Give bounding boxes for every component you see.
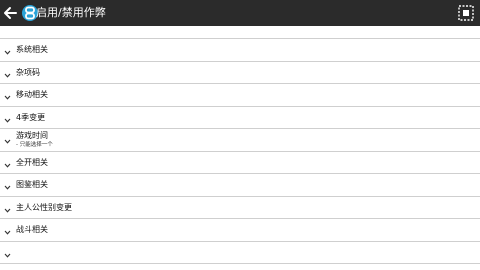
app-bar: 启用/禁用作弊 <box>0 0 480 26</box>
chevron-down-icon <box>4 208 11 213</box>
category-row[interactable]: 杂项码 <box>0 62 480 84</box>
chevron-down-icon <box>4 185 11 190</box>
category-row[interactable]: 系统相关 <box>0 39 480 62</box>
category-row[interactable]: 主人公性别变更 <box>0 197 480 219</box>
chevron-down-icon <box>4 230 11 235</box>
category-label: 主人公性别变更 <box>16 202 72 212</box>
category-label: 移动相关 <box>16 90 48 99</box>
page-title: 启用/禁用作弊 <box>36 6 106 19</box>
category-label: 4季变更 <box>16 112 46 122</box>
category-label: 系统相关 <box>16 45 48 54</box>
category-list: 系统相关杂项码移动相关 4季变更游戏时间 - 只能选择一个全开相关图鉴相关主人公性别… <box>0 39 480 264</box>
category-row[interactable]: 图鉴相关 <box>0 174 480 197</box>
category-row[interactable]: 4季变更 <box>0 107 480 129</box>
category-label: 全开相关 <box>16 157 48 167</box>
category-row[interactable]: 全开相关 <box>0 152 480 174</box>
category-row[interactable] <box>0 242 480 264</box>
chevron-down-icon <box>4 95 11 100</box>
chevron-down-icon <box>4 50 11 55</box>
select-all-icon[interactable] <box>457 4 475 22</box>
chevron-down-icon <box>4 73 11 78</box>
category-label: 战斗相关 <box>16 225 48 234</box>
category-row[interactable]: 移动相关 <box>0 84 480 107</box>
chevron-down-icon <box>4 163 11 168</box>
category-label: 图鉴相关 <box>16 180 48 189</box>
category-label: 游戏时间 <box>16 131 48 140</box>
chevron-down-icon <box>4 139 11 144</box>
back-arrow-icon[interactable] <box>1 3 21 23</box>
category-subtitle: - 只能选择一个 <box>16 142 53 148</box>
warning-text <box>2 28 478 38</box>
category-label: 杂项码 <box>16 67 40 77</box>
chevron-down-icon <box>4 118 11 123</box>
chevron-down-icon <box>4 253 11 258</box>
category-row[interactable]: 游戏时间 - 只能选择一个 <box>0 129 480 152</box>
category-row[interactable]: 战斗相关 <box>0 219 480 242</box>
